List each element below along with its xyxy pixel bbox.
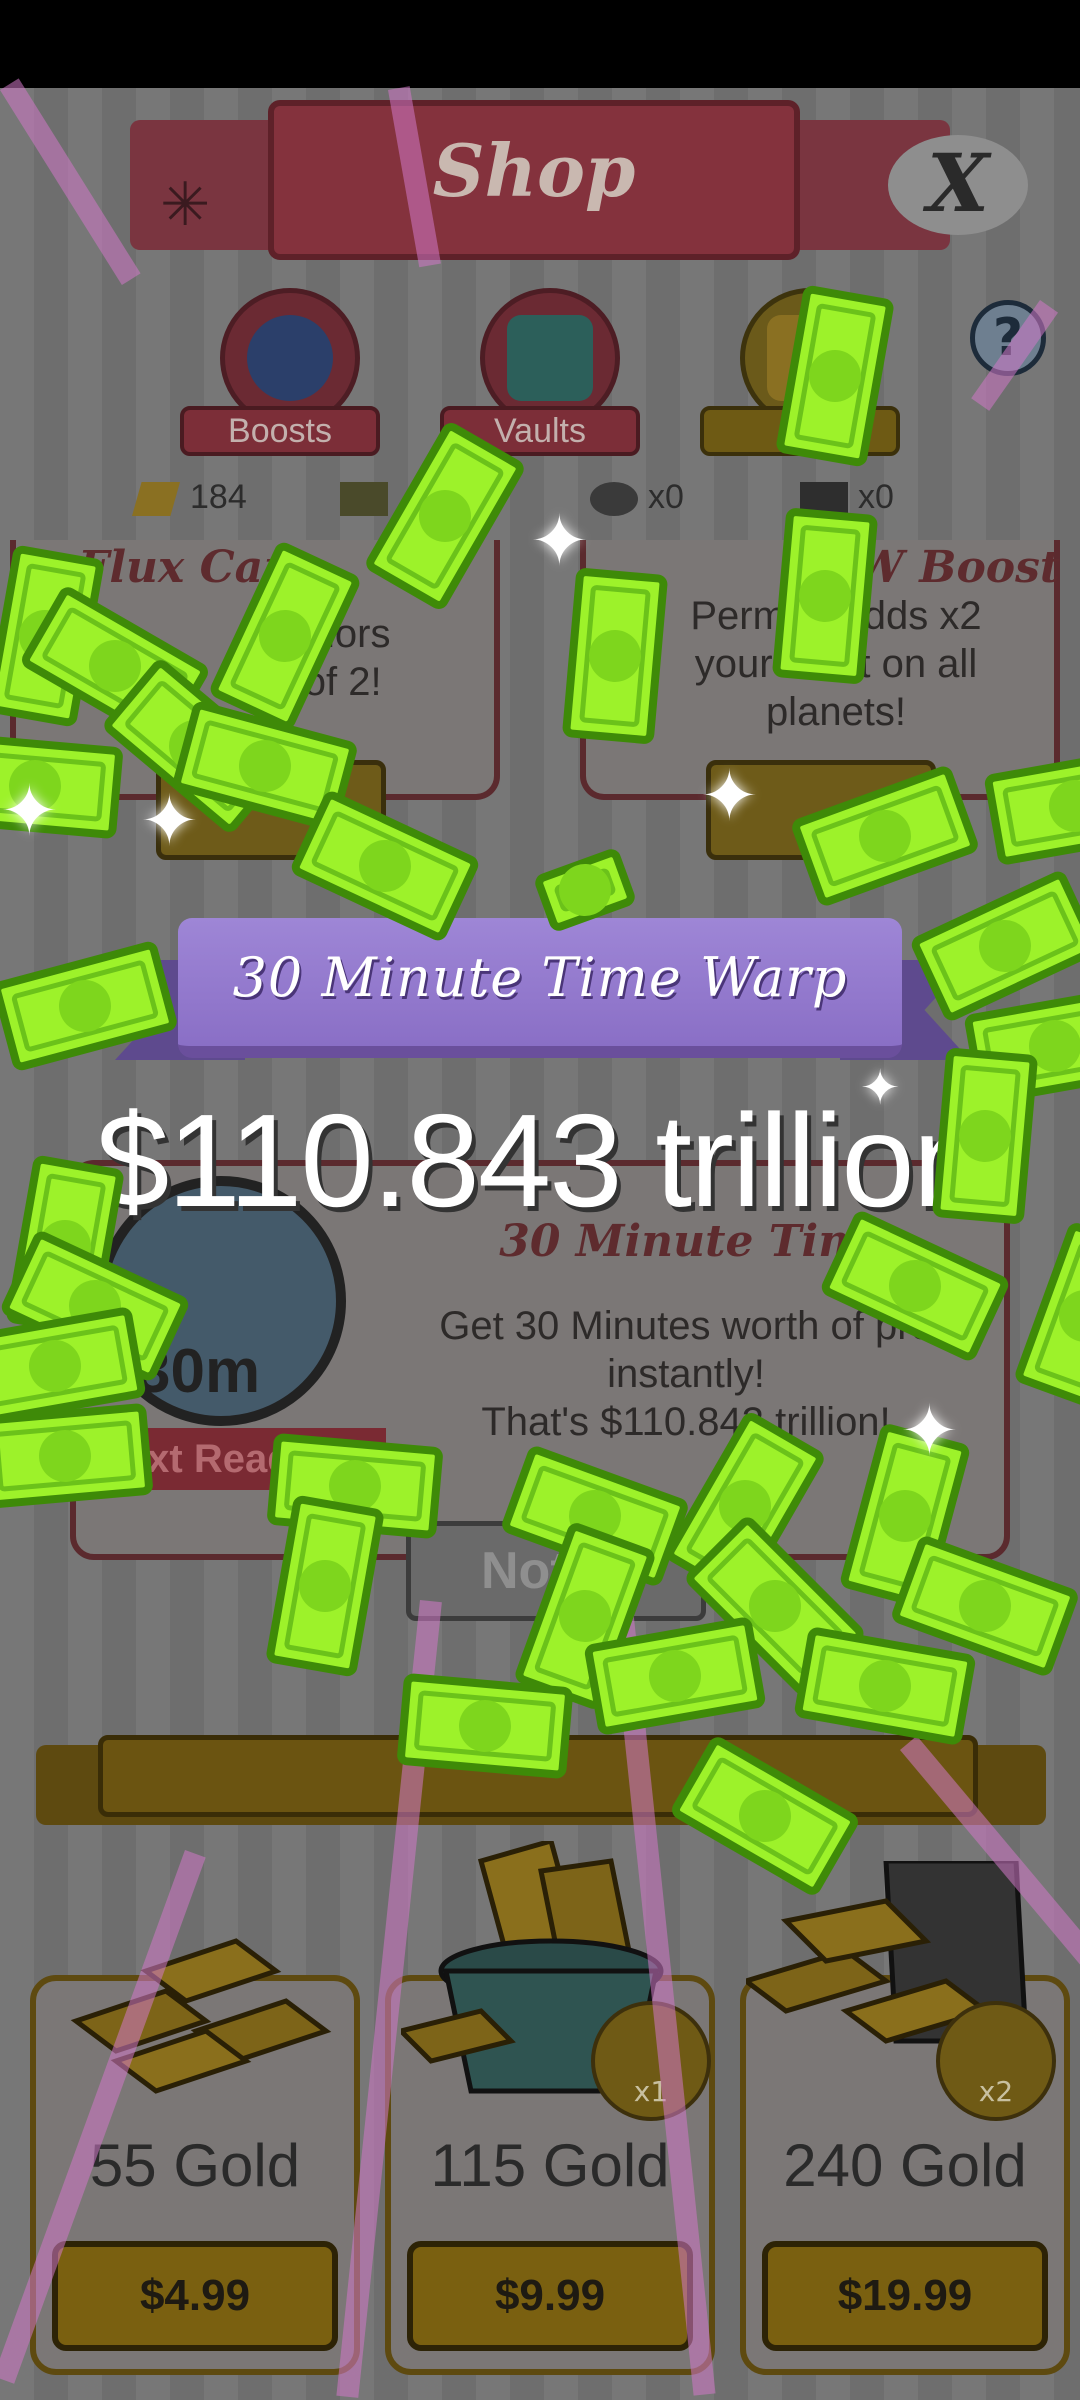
gold-pack-240[interactable]: x2 240 Gold $19.99	[740, 1858, 1070, 2375]
gold-pack-115-label: 115 Gold	[430, 2132, 670, 2199]
money-bill-icon	[396, 1672, 574, 1780]
cash-bag-icon	[340, 482, 388, 517]
mr-money-balance-value: x0	[858, 478, 894, 516]
gold-pack-115-price-button[interactable]: $9.99	[407, 2241, 693, 2351]
gold-pack-55-price-button[interactable]: $4.99	[52, 2241, 338, 2351]
sparkle-icon: ✦	[0, 770, 59, 852]
vault-safe-icon	[507, 315, 593, 401]
boost-bag-icon	[247, 315, 333, 401]
gold-balance: 184	[132, 478, 247, 517]
reward-amount: $110.843 trillion	[95, 1087, 986, 1234]
money-bill-icon	[561, 567, 669, 745]
money-bill-icon	[771, 507, 879, 685]
cash-bag-balance: x0	[590, 478, 684, 517]
atomic-star-icon: ✳	[160, 170, 211, 240]
sparkle-icon: ✦	[900, 1390, 959, 1472]
mr-money-badge: x2	[936, 2001, 1056, 2121]
money-bill-icon	[931, 1047, 1039, 1225]
tab-boosts-label: Boosts	[180, 406, 380, 456]
time-warp-desc-2: instantly!	[607, 1352, 765, 1396]
gold-pack-240-price-button[interactable]: $19.99	[762, 2241, 1048, 2351]
shop-title: Shop	[432, 128, 636, 213]
sparkle-icon: ✦	[530, 500, 589, 582]
reward-ribbon-title: 30 Minute Time Warp	[232, 946, 848, 1009]
status-bar	[0, 0, 1080, 88]
gold-pack-240-label: 240 Gold	[783, 2132, 1027, 2199]
gold-balance-value: 184	[190, 478, 247, 516]
sparkle-icon: ✦	[860, 1060, 901, 1116]
cash-balance	[340, 478, 398, 517]
gold-pile-icon	[56, 1901, 336, 2101]
mr-money-badge: x1	[591, 2001, 711, 2121]
gold-bar-icon	[132, 482, 180, 517]
game-screen: ✳ ✳ Shop X Boosts Vaults G ? 184 x0 x0 F…	[0, 0, 1080, 2400]
sparkle-icon: ✦	[140, 780, 199, 862]
close-button[interactable]: X	[888, 135, 1028, 235]
cash-bag-balance-value: x0	[648, 478, 684, 516]
sparkle-icon: ✦	[700, 755, 759, 837]
tab-boosts[interactable]: Boosts	[180, 288, 380, 458]
cash-bag-icon	[590, 482, 638, 517]
boost-card-desc-3: planets!	[765, 690, 907, 734]
money-bill-icon	[0, 1402, 154, 1510]
